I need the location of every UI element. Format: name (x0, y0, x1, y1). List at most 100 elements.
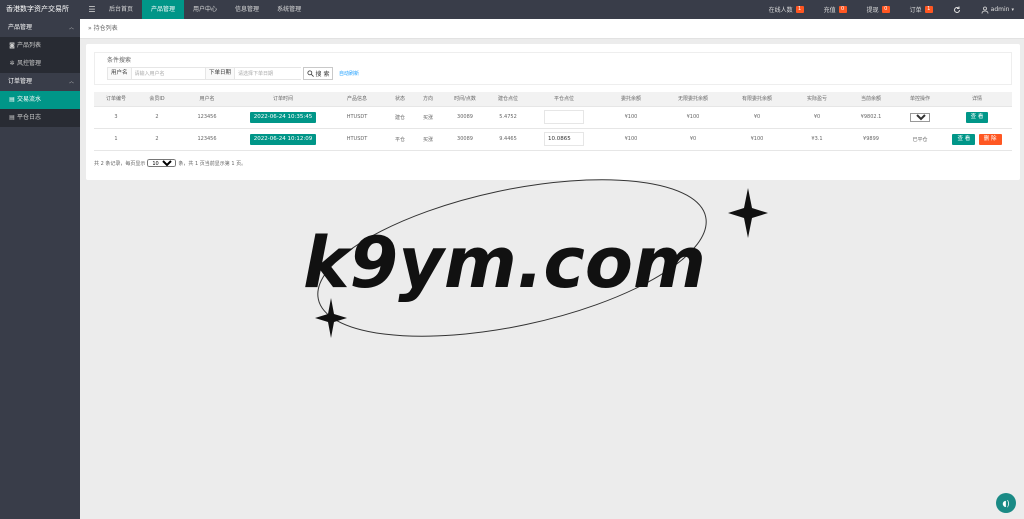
sidebar-item-label: 产品列表 (17, 42, 42, 49)
date-filter: 下单日期 (205, 67, 302, 80)
cell-member-id: 2 (138, 128, 176, 151)
sparkle-icon (315, 298, 347, 338)
box-icon: ◙ (9, 42, 15, 49)
col-control: 单控操作 (898, 92, 942, 107)
user-name: admin (990, 6, 1010, 13)
orders-table: 订单编号 会员ID 用户名 订单时间 产品信息 状态 方向 时间/点数 建仓点位… (94, 92, 1012, 151)
sidebar-item-label: 交易流水 (17, 96, 42, 103)
cell-username: 123456 (176, 128, 238, 151)
user-menu[interactable]: admin ▾ (971, 0, 1024, 19)
close-price-input[interactable] (544, 110, 584, 124)
nav-item-users[interactable]: 用户中心 (184, 0, 226, 19)
watermark-ellipse (317, 179, 707, 337)
chevron-up-icon: ︿ (68, 79, 74, 85)
auto-refresh-link[interactable]: 自动刷新 (339, 70, 359, 77)
breadcrumb-current[interactable]: 持仓列表 (94, 25, 118, 32)
doc-icon: ▤ (9, 114, 15, 121)
date-input[interactable] (235, 68, 302, 79)
cell-product: HTUSDT (328, 106, 386, 129)
recharge-badge: 0 (838, 6, 847, 13)
sidebar-sublist-orders: ▤ 交易流水 ▤ 平仓日志 (0, 91, 80, 127)
sidebar-group-orders[interactable]: 订单管理 ︿ (0, 73, 80, 91)
cell-current-balance: ¥9802.1 (844, 106, 898, 129)
table-header-row: 订单编号 会员ID 用户名 订单时间 产品信息 状态 方向 时间/点数 建仓点位… (94, 92, 1012, 107)
sound-icon: ◖) (1002, 498, 1010, 508)
sidebar-item-transactions[interactable]: ▤ 交易流水 (0, 91, 80, 109)
cell-balance: ¥100 (600, 106, 662, 129)
cell-time-points: 30089 (442, 128, 488, 151)
col-pnl: 实际盈亏 (790, 92, 844, 107)
col-order-id: 订单编号 (94, 92, 138, 107)
top-bar: 香港数字资产交易所 ☰ 后台首页 产品管理 用户中心 信息管理 系统管理 在线人… (0, 0, 1024, 19)
recharge-link[interactable]: 充值 0 (814, 0, 857, 19)
chevron-down-icon: ▾ (1011, 6, 1014, 13)
control-select[interactable]: 默认 (910, 112, 930, 122)
nav-item-system[interactable]: 系统管理 (268, 0, 310, 19)
col-order-time: 订单时间 (238, 92, 328, 107)
chevron-up-icon: ︿ (68, 25, 74, 31)
sparkle-icon (728, 188, 768, 238)
withdraw-link[interactable]: 提现 0 (857, 0, 900, 19)
top-nav: 后台首页 产品管理 用户中心 信息管理 系统管理 (100, 0, 310, 19)
col-unlimited-balance: 无限委托余额 (662, 92, 724, 107)
cell-unlimited-balance: ¥0 (662, 128, 724, 151)
cell-product: HTUSDT (328, 128, 386, 151)
withdraw-badge: 0 (881, 6, 890, 13)
menu-icon[interactable]: ☰ (86, 0, 98, 19)
float-action-button[interactable]: ◖) (996, 493, 1016, 513)
doc-icon: ▤ (9, 96, 15, 103)
search-button[interactable]: 搜 索 (303, 67, 333, 80)
col-direction: 方向 (414, 92, 442, 107)
cell-balance: ¥100 (600, 128, 662, 151)
username-filter-label: 用户名 (108, 68, 132, 79)
cell-direction: 买涨 (414, 106, 442, 129)
nav-item-info[interactable]: 信息管理 (226, 0, 268, 19)
recharge-label: 充值 (823, 7, 836, 14)
col-time-points: 时间/点数 (442, 92, 488, 107)
sidebar-item-product-list[interactable]: ◙ 产品列表 (0, 37, 80, 55)
view-button[interactable]: 查 看 (952, 133, 976, 145)
cell-username: 123456 (176, 106, 238, 129)
delete-button[interactable]: 删 除 (978, 133, 1002, 145)
cell-unlimited-balance: ¥100 (662, 106, 724, 129)
table-row: 1 2 123456 2022-06-24 10:12:09 HTUSDT 平仓… (94, 128, 1012, 151)
orders-badge: 1 (924, 6, 933, 13)
app-logo-title: 香港数字资产交易所 (6, 5, 69, 13)
sidebar-group-label: 产品管理 (8, 24, 33, 31)
sidebar-item-close-log[interactable]: ▤ 平仓日志 (0, 109, 80, 127)
cell-control: 默认 (898, 106, 942, 129)
search-button-label: 搜 索 (315, 71, 330, 78)
date-filter-label: 下单日期 (206, 68, 236, 79)
col-product: 产品信息 (328, 92, 386, 107)
cell-detail: 查 看 删 除 (942, 128, 1012, 151)
cell-order-time: 2022-06-24 10:12:09 (238, 128, 328, 151)
gear-icon: ✲ (9, 60, 15, 67)
col-close-price: 平仓点位 (528, 92, 600, 107)
col-open-price: 建仓点位 (488, 92, 528, 107)
col-limited-balance: 有限委托余额 (724, 92, 790, 107)
sidebar-group-products[interactable]: 产品管理 ︿ (0, 19, 80, 37)
cell-pnl: ¥3.1 (790, 128, 844, 151)
nav-item-products[interactable]: 产品管理 (142, 0, 185, 19)
view-button[interactable]: 查 看 (965, 111, 989, 123)
cell-direction: 买涨 (414, 128, 442, 151)
col-balance: 委托余额 (600, 92, 662, 107)
orders-link[interactable]: 订单 1 (900, 0, 943, 19)
online-users-badge: 1 (795, 6, 804, 13)
breadcrumb-bar: » 持仓列表 (80, 19, 1024, 39)
filter-panel: 条件搜索 用户名 下单日期 搜 索 自动刷新 (94, 52, 1012, 85)
page-size-select[interactable]: 10 (147, 159, 177, 167)
pagination: 共 2 条记录，每页显示 10 条，共 1 页当前显示第 1 页。 (94, 159, 246, 167)
cell-detail: 查 看 (942, 106, 1012, 129)
refresh-icon (953, 6, 960, 13)
online-users-link[interactable]: 在线人数 1 (759, 0, 814, 19)
pager-suffix: 条，共 1 页当前显示第 1 页。 (178, 160, 247, 167)
col-current-balance: 当前余额 (844, 92, 898, 107)
cell-order-time: 2022-06-24 10:35:45 (238, 106, 328, 129)
sidebar-item-risk-control[interactable]: ✲ 风控管理 (0, 55, 80, 73)
username-input[interactable] (131, 68, 202, 79)
cell-order-id: 1 (94, 128, 138, 151)
refresh-button[interactable] (943, 0, 971, 19)
close-price-input[interactable] (544, 132, 584, 146)
nav-item-dashboard[interactable]: 后台首页 (100, 0, 142, 19)
